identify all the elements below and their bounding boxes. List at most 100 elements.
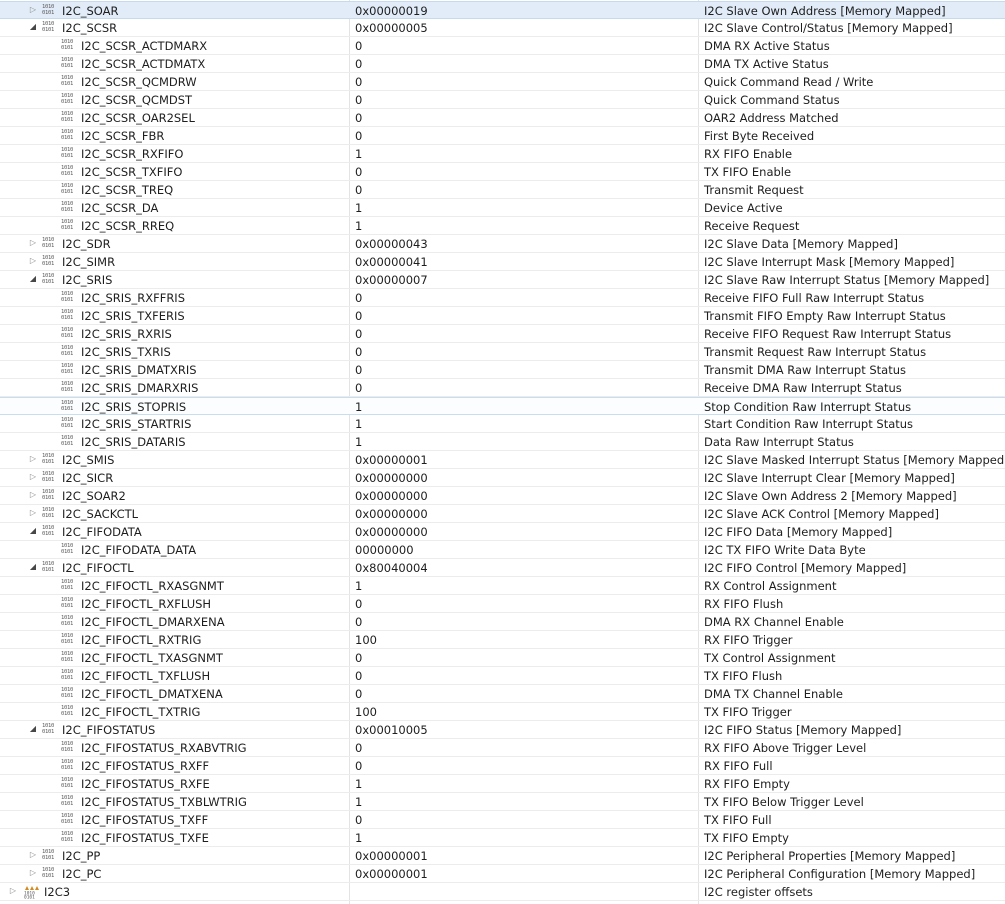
register-value[interactable]: 0x00000005 — [355, 20, 428, 36]
tree-row-field[interactable]: 1010 0101 I2C_FIFOCTL_TXASGNMT 0 TX Control … — [0, 649, 1005, 667]
register-value[interactable]: 0x00000019 — [355, 3, 428, 19]
tree-row-field[interactable]: 1010 0101 I2C_SCSR_RXFIFO 1 RX FIFO Enable — [0, 145, 1005, 163]
tree-row-field[interactable]: 1010 0101 I2C_SCSR_TXFIFO 0 TX FIFO Enable — [0, 163, 1005, 181]
register-value[interactable]: 0x80040004 — [355, 560, 428, 576]
register-value[interactable]: 0 — [355, 74, 362, 90]
tree-row-register[interactable]: ▷ 1010 0101 I2C_SOAR2 0x00000000 I2C Slave Ow… — [0, 487, 1005, 505]
tree-row-register[interactable]: ◢ 1010 0101 I2C_FIFOCTL 0x80040004 I2C FIFO C… — [0, 559, 1005, 577]
tree-row-field[interactable]: 1010 0101 I2C_SCSR_DA 1 Device Active — [0, 199, 1005, 217]
register-value[interactable]: 0 — [355, 758, 362, 774]
tree-row-field[interactable]: 1010 0101 I2C_SCSR_RREQ 1 Receive Request — [0, 217, 1005, 235]
tree-row-field[interactable]: 1010 0101 I2C_FIFOSTATUS_RXABVTRIG 0 RX FIFO… — [0, 739, 1005, 757]
tree-row-field[interactable]: 1010 0101 I2C_SRIS_DMARXRIS 0 Receive DMA Ra… — [0, 379, 1005, 397]
register-value[interactable]: 0 — [355, 128, 362, 144]
collapse-twisty-icon[interactable]: ◢ — [28, 274, 38, 284]
register-value[interactable]: 0 — [355, 812, 362, 828]
register-value[interactable]: 0x00000041 — [355, 254, 428, 270]
register-value[interactable]: 0x00000000 — [355, 524, 428, 540]
register-value[interactable]: 0 — [355, 668, 362, 684]
tree-row-peripheral[interactable]: ▷ 1010 0101 I2C3 I2C register offsets — [0, 883, 1005, 901]
register-value[interactable]: 0x00000000 — [355, 506, 428, 522]
collapse-twisty-icon[interactable]: ◢ — [28, 22, 38, 32]
tree-row-field[interactable]: 1010 0101 I2C_SCSR_QCMDST 0 Quick Command St… — [0, 91, 1005, 109]
register-value[interactable]: 1 — [355, 830, 362, 846]
tree-row-field[interactable]: 1010 0101 I2C_FIFOCTL_TXTRIG 100 TX FIFO Tri… — [0, 703, 1005, 721]
register-value[interactable]: 0 — [355, 614, 362, 630]
tree-row-field[interactable]: 1010 0101 I2C_FIFOCTL_RXFLUSH 0 RX FIFO Flus… — [0, 595, 1005, 613]
register-value[interactable]: 1 — [355, 200, 362, 216]
tree-row-field[interactable]: 1010 0101 I2C_FIFOSTATUS_TXFE 1 TX FIFO Empt… — [0, 829, 1005, 847]
tree-row-register[interactable]: ◢ 1010 0101 I2C_FIFODATA 0x00000000 I2C FIFO … — [0, 523, 1005, 541]
collapse-twisty-icon[interactable]: ◢ — [28, 526, 38, 536]
register-value[interactable]: 0 — [355, 362, 362, 378]
register-value[interactable]: 00000000 — [355, 542, 414, 558]
expand-twisty-icon[interactable]: ▷ — [28, 472, 38, 482]
tree-row-field[interactable]: 1010 0101 I2C_FIFOCTL_DMATXENA 0 DMA TX Chan… — [0, 685, 1005, 703]
tree-row-field[interactable]: 1010 0101 I2C_FIFOCTL_TXFLUSH 0 TX FIFO Flus… — [0, 667, 1005, 685]
tree-row-field[interactable]: 1010 0101 I2C_FIFOSTATUS_RXFF 0 RX FIFO Full — [0, 757, 1005, 775]
register-value[interactable]: 0 — [355, 344, 362, 360]
register-value[interactable]: 0x00000001 — [355, 452, 428, 468]
tree-row-register[interactable]: ▷ 1010 0101 I2C_PP 0x00000001 I2C Peripheral … — [0, 847, 1005, 865]
register-value[interactable]: 0 — [355, 326, 362, 342]
tree-row-register[interactable]: ▷ 1010 0101 I2C_SICR 0x00000000 I2C Slave Int… — [0, 469, 1005, 487]
tree-row-register[interactable]: ◢ 1010 0101 I2C_FIFOSTATUS 0x00010005 I2C FIF… — [0, 721, 1005, 739]
register-value[interactable]: 1 — [355, 794, 362, 810]
tree-row-field[interactable]: 1010 0101 I2C_SCSR_QCMDRW 0 Quick Command Re… — [0, 73, 1005, 91]
tree-row-field[interactable]: 1010 0101 I2C_SCSR_TREQ 0 Transmit Request — [0, 181, 1005, 199]
register-value[interactable]: 0 — [355, 650, 362, 666]
expand-twisty-icon[interactable]: ▷ — [28, 850, 38, 860]
registers-tree-table[interactable]: ▷ 1010 0101 I2C_SOAR 0x00000019 I2C Slave Own… — [0, 0, 1005, 904]
tree-row-register[interactable]: ◢ 1010 0101 I2C_SRIS 0x00000007 I2C Slave Raw… — [0, 271, 1005, 289]
register-value[interactable]: 0 — [355, 740, 362, 756]
register-value[interactable]: 1 — [355, 434, 362, 450]
register-value[interactable]: 0x00000000 — [355, 488, 428, 504]
register-value[interactable]: 0 — [355, 182, 362, 198]
register-value[interactable]: 0x00000043 — [355, 236, 428, 252]
tree-row-register[interactable]: ▷ 1010 0101 I2C_SOAR 0x00000019 I2C Slave Own… — [0, 1, 1005, 19]
tree-row-register[interactable]: ▷ 1010 0101 I2C_SMIS 0x00000001 I2C Slave Mas… — [0, 451, 1005, 469]
tree-row-field[interactable]: 1010 0101 I2C_SCSR_ACTDMATX 0 DMA TX Active … — [0, 55, 1005, 73]
tree-row-field[interactable]: 1010 0101 I2C_FIFODATA_DATA 00000000 I2C TX … — [0, 541, 1005, 559]
tree-row-field[interactable]: 1010 0101 I2C_SRIS_DMATXRIS 0 Transmit DMA R… — [0, 361, 1005, 379]
register-value[interactable]: 0 — [355, 56, 362, 72]
register-value[interactable]: 0 — [355, 686, 362, 702]
register-value[interactable]: 0x00000001 — [355, 866, 428, 882]
tree-row-field[interactable]: 1010 0101 I2C_FIFOSTATUS_TXFF 0 TX FIFO Full — [0, 811, 1005, 829]
register-value[interactable]: 0x00000001 — [355, 848, 428, 864]
register-value[interactable]: 1 — [355, 578, 362, 594]
tree-row-field[interactable]: 1010 0101 I2C_SRIS_RXFFRIS 0 Receive FIFO Fu… — [0, 289, 1005, 307]
register-value[interactable]: 0x00000007 — [355, 272, 428, 288]
tree-row-field[interactable]: 1010 0101 I2C_FIFOSTATUS_TXBLWTRIG 1 TX FIFO… — [0, 793, 1005, 811]
tree-row-field[interactable]: 1010 0101 I2C_FIFOSTATUS_RXFE 1 RX FIFO Empt… — [0, 775, 1005, 793]
register-value[interactable]: 0 — [355, 164, 362, 180]
tree-row-field[interactable]: 1010 0101 I2C_SRIS_STARTRIS 1 Start Conditio… — [0, 415, 1005, 433]
register-value[interactable]: 0 — [355, 380, 362, 396]
tree-row-field[interactable]: 1010 0101 I2C_SCSR_ACTDMARX 0 DMA RX Active … — [0, 37, 1005, 55]
tree-row-field[interactable]: 1010 0101 I2C_SRIS_DATARIS 1 Data Raw Interr… — [0, 433, 1005, 451]
tree-row-register[interactable]: ▷ 1010 0101 I2C_SIMR 0x00000041 I2C Slave Int… — [0, 253, 1005, 271]
tree-row-register[interactable]: ▷ 1010 0101 I2C_SDR 0x00000043 I2C Slave Data… — [0, 235, 1005, 253]
tree-row-register[interactable]: ◢ 1010 0101 I2C_SCSR 0x00000005 I2C Slave Con… — [0, 19, 1005, 37]
tree-row-field[interactable]: 1010 0101 I2C_SRIS_TXFERIS 0 Transmit FIFO E… — [0, 307, 1005, 325]
expand-twisty-icon[interactable]: ▷ — [28, 5, 38, 15]
expand-twisty-icon[interactable]: ▷ — [28, 256, 38, 266]
register-value[interactable]: 0 — [355, 38, 362, 54]
expand-twisty-icon[interactable]: ▷ — [28, 868, 38, 878]
register-value[interactable]: 0 — [355, 92, 362, 108]
tree-row-field[interactable]: 1010 0101 I2C_SCSR_OAR2SEL 0 OAR2 Address Ma… — [0, 109, 1005, 127]
register-value[interactable]: 0 — [355, 596, 362, 612]
tree-row-field[interactable]: 1010 0101 I2C_SRIS_STOPRIS 1 Stop Condition … — [0, 397, 1005, 415]
expand-twisty-icon[interactable]: ▷ — [28, 508, 38, 518]
tree-row-register[interactable]: ▷ 1010 0101 I2C_PC 0x00000001 I2C Peripheral … — [0, 865, 1005, 883]
register-value[interactable]: 0 — [355, 110, 362, 126]
register-value[interactable]: 1 — [355, 218, 362, 234]
register-value[interactable]: 0 — [355, 308, 362, 324]
collapse-twisty-icon[interactable]: ◢ — [28, 562, 38, 572]
collapse-twisty-icon[interactable]: ◢ — [28, 724, 38, 734]
register-value[interactable]: 1 — [355, 776, 362, 792]
tree-row-field[interactable]: 1010 0101 I2C_SRIS_TXRIS 0 Transmit Request … — [0, 343, 1005, 361]
register-value[interactable]: 1 — [355, 416, 362, 432]
expand-twisty-icon[interactable]: ▷ — [28, 454, 38, 464]
tree-row-field[interactable]: 1010 0101 I2C_FIFOCTL_DMARXENA 0 DMA RX Chan… — [0, 613, 1005, 631]
